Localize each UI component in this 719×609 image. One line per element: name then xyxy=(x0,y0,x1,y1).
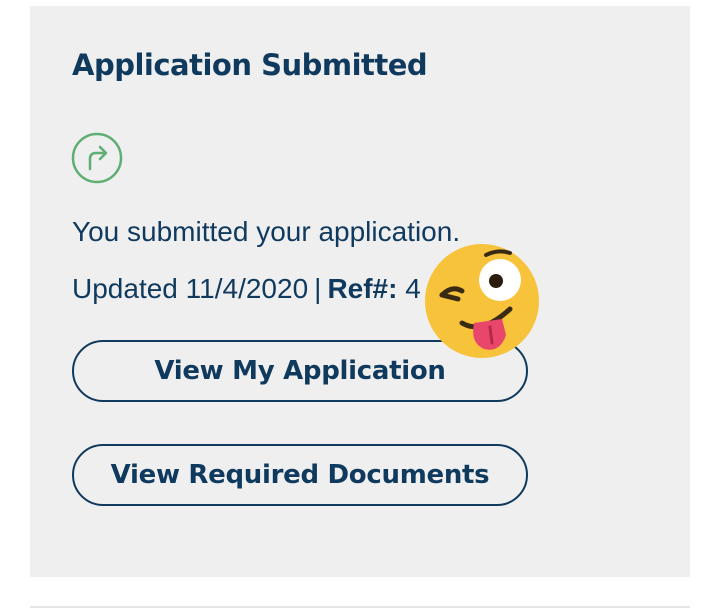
divider xyxy=(30,606,690,608)
zany-face-emoji-icon xyxy=(424,243,540,359)
ref-value: 4 xyxy=(405,273,421,304)
status-message: You submitted your application. xyxy=(72,216,461,247)
separator: | xyxy=(314,273,322,304)
application-status-card: Application Submitted You submitted your… xyxy=(30,6,690,577)
view-required-documents-button[interactable]: View Required Documents xyxy=(72,444,528,506)
updated-date: 11/4/2020 xyxy=(185,273,309,304)
card-title: Application Submitted xyxy=(72,48,428,82)
updated-prefix: Updated xyxy=(72,273,178,304)
share-arrow-icon xyxy=(71,132,123,184)
updated-line: Updated 11/4/2020 | Ref#: 4 xyxy=(72,273,421,305)
ref-label: Ref#: xyxy=(327,273,398,304)
